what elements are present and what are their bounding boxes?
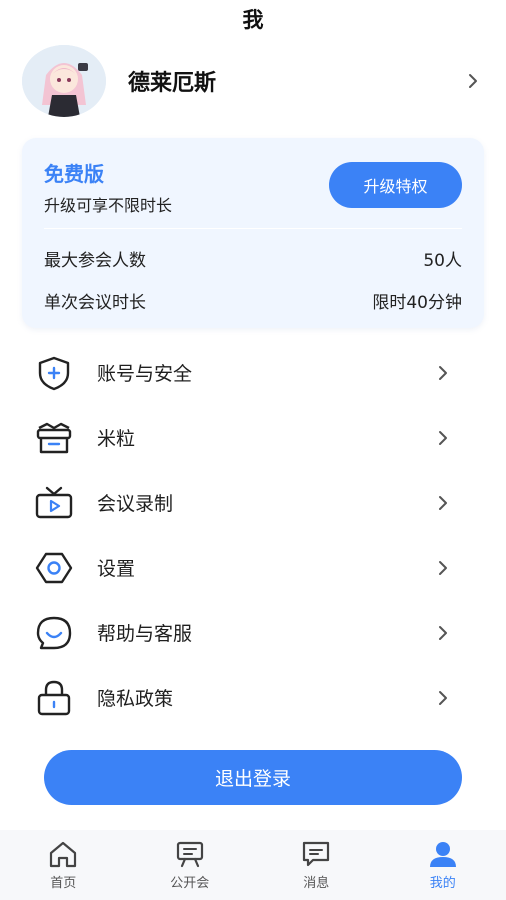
tab-public-meeting[interactable]: 公开会 <box>127 830 254 900</box>
menu-item-rice[interactable]: 米粒 <box>0 405 506 470</box>
settings-icon <box>34 548 74 588</box>
plan-subtitle: 升级可享不限时长 <box>44 196 173 215</box>
plan-card: 免费版 升级可享不限时长 升级特权 最大参会人数 50人 单次会议时长 限时40… <box>22 138 484 328</box>
plan-row-label: 单次会议时长 <box>44 293 146 313</box>
chevron-right-icon <box>432 557 454 579</box>
chevron-right-icon <box>432 427 454 449</box>
menu-item-help-support[interactable]: 帮助与客服 <box>0 600 506 665</box>
menu-item-label: 会议录制 <box>97 493 174 515</box>
tab-home[interactable]: 首页 <box>0 830 127 900</box>
upgrade-button[interactable]: 升级特权 <box>329 162 462 208</box>
gift-box-icon <box>34 418 74 458</box>
settings-menu: 账号与安全 米粒 会议录制 设置 帮助与客服 隐私政策 <box>0 340 506 730</box>
plan-row-meeting-duration: 单次会议时长 限时40分钟 <box>44 288 462 313</box>
tab-label: 首页 <box>50 876 77 891</box>
plan-name: 免费版 <box>44 162 104 186</box>
page-title: 我 <box>242 8 264 32</box>
tab-me[interactable]: 我的 <box>380 830 506 900</box>
menu-item-label: 账号与安全 <box>97 363 193 385</box>
chevron-right-icon <box>462 70 484 92</box>
user-icon <box>427 839 459 869</box>
menu-item-meeting-recording[interactable]: 会议录制 <box>0 470 506 535</box>
logout-button[interactable]: 退出登录 <box>44 750 462 805</box>
menu-item-label: 米粒 <box>97 428 136 450</box>
plan-row-value: 限时40分钟 <box>372 293 462 313</box>
chevron-right-icon <box>432 687 454 709</box>
menu-item-label: 隐私政策 <box>97 688 174 710</box>
home-icon <box>47 839 79 869</box>
tab-label: 我的 <box>429 876 456 891</box>
menu-item-privacy-policy[interactable]: 隐私政策 <box>0 665 506 730</box>
public-meeting-icon <box>174 839 206 869</box>
menu-item-label: 帮助与客服 <box>97 623 193 645</box>
chevron-right-icon <box>432 492 454 514</box>
profile-name: 德莱厄斯 <box>128 71 217 96</box>
video-record-icon <box>34 483 74 523</box>
customer-service-icon <box>34 613 74 653</box>
bottom-tab-bar: 首页 公开会 消息 我的 <box>0 830 506 900</box>
menu-item-settings[interactable]: 设置 <box>0 535 506 600</box>
message-icon <box>300 839 332 869</box>
chevron-right-icon <box>432 362 454 384</box>
menu-item-account-security[interactable]: 账号与安全 <box>0 340 506 405</box>
lock-icon <box>34 678 74 718</box>
plan-row-label: 最大参会人数 <box>44 251 146 271</box>
tab-label: 消息 <box>303 876 330 891</box>
plan-row-value: 50人 <box>423 251 462 271</box>
chevron-right-icon <box>432 622 454 644</box>
profile-row[interactable]: 德莱厄斯 <box>22 45 484 117</box>
shield-icon <box>34 353 74 393</box>
plan-divider <box>44 228 462 229</box>
avatar[interactable] <box>22 45 106 117</box>
tab-label: 公开会 <box>170 876 210 891</box>
menu-item-label: 设置 <box>97 558 136 580</box>
plan-row-max-participants: 最大参会人数 50人 <box>44 246 462 271</box>
tab-messages[interactable]: 消息 <box>253 830 380 900</box>
